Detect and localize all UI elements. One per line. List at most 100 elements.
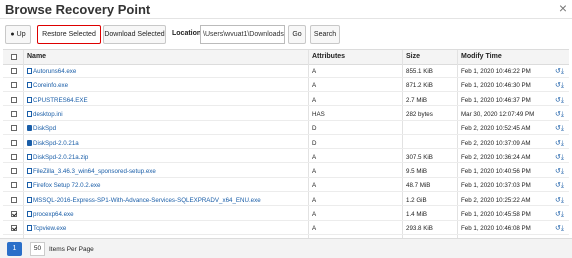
row-checkbox[interactable]: [11, 125, 17, 132]
file-name-link[interactable]: DiskSpd-2.0.21a.zip: [27, 153, 88, 161]
file-name: FileZilla_3.46.3_win64_sponsored-setup.e…: [33, 168, 156, 176]
file-icon: [27, 153, 32, 160]
row-checkbox[interactable]: [11, 82, 17, 89]
table-row[interactable]: Autoruns64.exe A 855.1 KiB Feb 1, 2020 10:4…: [3, 65, 569, 78]
per-page-label: Items Per Page: [49, 246, 94, 253]
search-button[interactable]: Search: [310, 25, 340, 44]
table-row[interactable]: Firefox Setup 72.0.2.exe A 48.7 MiB Feb 1, …: [3, 179, 569, 193]
location-label: Location: [172, 30, 202, 37]
file-name-link[interactable]: DiskSpd-2.0.21a: [27, 139, 79, 147]
row-checkbox[interactable]: [11, 225, 17, 232]
row-actions: ↺⤓: [555, 124, 564, 133]
file-icon: [27, 196, 32, 203]
toolbar: ● Up Restore Selected Download Selected L…: [0, 25, 572, 47]
table-row[interactable]: CPUSTRES64.EXE A 2.7 MiB Feb 1, 2020 10:46:…: [3, 94, 569, 107]
download-icon[interactable]: ⤓: [561, 68, 564, 75]
file-icon: [27, 211, 32, 217]
file-size: 307.5 KiB: [406, 153, 433, 161]
file-name: DiskSpd: [33, 125, 57, 133]
row-checkbox[interactable]: [11, 110, 17, 117]
table-row[interactable]: desktop.ini HAS 282 bytes Mar 30, 2020 12:0…: [3, 108, 569, 121]
download-icon[interactable]: ⤓: [561, 140, 564, 147]
page-1-button[interactable]: 1: [7, 242, 22, 256]
file-attributes: HAS: [312, 110, 325, 118]
row-checkbox[interactable]: [11, 139, 17, 146]
file-name: DiskSpd-2.0.21a: [33, 139, 79, 147]
row-checkbox[interactable]: [11, 168, 17, 175]
dialog-title: Browse Recovery Point: [5, 2, 151, 17]
table-row[interactable]: DiskSpd D Feb 2, 2020 10:52:45 AM ↺⤓: [3, 122, 569, 135]
file-modify-time: Feb 1, 2020 10:40:56 PM: [461, 168, 531, 176]
header-attributes[interactable]: Attributes: [312, 53, 345, 60]
file-name-link[interactable]: Tcpview.exe: [27, 225, 66, 232]
row-checkbox[interactable]: [11, 96, 17, 103]
download-icon[interactable]: ⤓: [561, 125, 564, 132]
file-modify-time: Feb 2, 2020 10:37:09 AM: [461, 139, 531, 147]
file-attributes: A: [312, 196, 317, 204]
recovery-point-dialog: Browse Recovery Point × ● Up Restore Sele…: [0, 0, 572, 258]
row-actions: ↺⤓: [555, 167, 564, 176]
table-row[interactable]: Tcpview.exe A 293.8 KiB Feb 1, 2020 10:46:0…: [3, 222, 569, 235]
file-name: CPUSTRES64.EXE: [33, 96, 88, 104]
row-checkbox[interactable]: [11, 68, 17, 74]
table-row[interactable]: DiskSpd-2.0.21a D Feb 2, 2020 10:37:09 AM ↺…: [3, 137, 569, 150]
file-name: Tcpview.exe: [33, 225, 67, 233]
download-icon[interactable]: ⤓: [561, 225, 564, 232]
up-button[interactable]: ● Up: [5, 25, 31, 44]
table-row[interactable]: MSSQL-2016-Express-SP1-With-Advance-Serv…: [3, 194, 569, 207]
file-modify-time: Feb 2, 2020 10:52:45 AM: [461, 125, 531, 133]
download-icon[interactable]: ⤓: [561, 97, 564, 104]
file-size: 1.2 GiB: [406, 196, 427, 204]
file-name-link[interactable]: CPUSTRES64.EXE: [27, 96, 88, 104]
file-size: 855.1 KiB: [406, 68, 433, 75]
table-row[interactable]: procexp64.exe A 1.4 MiB Feb 1, 2020 10:45:5…: [3, 208, 569, 221]
row-checkbox[interactable]: [11, 211, 17, 217]
file-icon: [27, 96, 32, 103]
file-attributes: A: [312, 82, 317, 90]
download-icon[interactable]: ⤓: [561, 168, 564, 175]
download-icon[interactable]: ⤓: [561, 82, 564, 89]
per-page-select[interactable]: 50: [30, 242, 45, 256]
close-icon[interactable]: ×: [559, 1, 567, 15]
row-checkbox[interactable]: [11, 182, 17, 189]
file-name-link[interactable]: FileZilla_3.46.3_win64_sponsored-setup.e…: [27, 168, 156, 175]
header-modify-time[interactable]: Modify Time: [461, 53, 502, 60]
file-name-link[interactable]: DiskSpd: [27, 125, 56, 132]
file-modify-time: Feb 1, 2020 10:45:58 PM: [461, 211, 531, 218]
row-checkbox[interactable]: [11, 153, 17, 160]
file-size: 48.7 MiB: [406, 182, 431, 190]
file-name: desktop.ini: [33, 110, 63, 118]
file-name-link[interactable]: Firefox Setup 72.0.2.exe: [27, 182, 100, 189]
file-size: 293.8 KiB: [406, 225, 433, 233]
row-actions: ↺⤓: [555, 81, 564, 90]
file-name-link[interactable]: Autoruns64.exe: [27, 68, 76, 75]
row-actions: ↺⤓: [555, 139, 564, 148]
file-icon: [27, 225, 32, 232]
download-icon[interactable]: ⤓: [561, 197, 564, 204]
download-selected-button[interactable]: Download Selected: [103, 25, 166, 44]
file-name: procexp64.exe: [33, 211, 74, 218]
location-input[interactable]: \Users\wvuat1\Downloads: [200, 25, 285, 44]
file-name-link[interactable]: Coreinfo.exe: [27, 82, 68, 89]
go-button[interactable]: Go: [288, 25, 306, 44]
table-row[interactable]: FileZilla_3.46.3_win64_sponsored-setup.e…: [3, 165, 569, 178]
row-checkbox[interactable]: [11, 196, 17, 203]
download-icon[interactable]: ⤓: [561, 211, 564, 218]
row-actions: ↺⤓: [555, 67, 564, 76]
table-row[interactable]: DiskSpd-2.0.21a.zip A 307.5 KiB Feb 2, 2020…: [3, 151, 569, 164]
download-icon[interactable]: ⤓: [561, 182, 564, 189]
file-attributes: A: [312, 182, 317, 190]
table-row[interactable]: Coreinfo.exe A 871.2 KiB Feb 1, 2020 10:46:…: [3, 79, 569, 92]
file-name-link[interactable]: procexp64.exe: [27, 211, 74, 218]
file-name-link[interactable]: desktop.ini: [27, 110, 63, 118]
select-all-checkbox[interactable]: [11, 54, 17, 60]
file-name-link[interactable]: MSSQL-2016-Express-SP1-With-Advance-Serv…: [27, 196, 261, 204]
header-name[interactable]: Name: [27, 53, 46, 60]
row-actions: ↺⤓: [555, 153, 564, 162]
file-icon: [27, 182, 32, 189]
file-name: Firefox Setup 72.0.2.exe: [33, 182, 101, 190]
restore-selected-button[interactable]: Restore Selected: [37, 25, 101, 44]
header-size[interactable]: Size: [406, 53, 420, 60]
download-icon[interactable]: ⤓: [561, 111, 564, 118]
download-icon[interactable]: ⤓: [561, 154, 564, 161]
